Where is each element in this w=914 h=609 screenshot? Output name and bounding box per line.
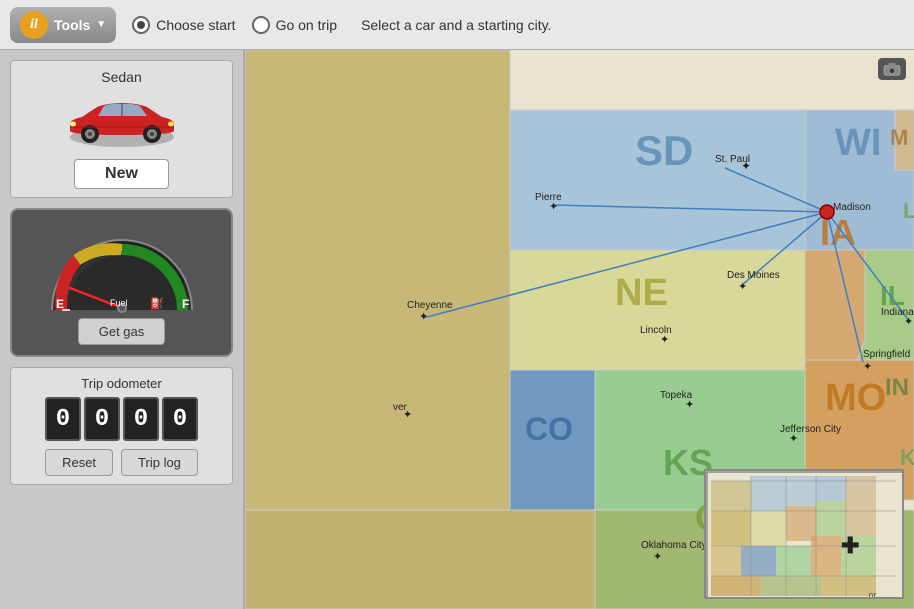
- mini-map[interactable]: ✚ ...or: [704, 469, 904, 599]
- svg-text:✦: ✦: [738, 281, 747, 293]
- svg-text:...or: ...or: [861, 590, 877, 599]
- odometer-digit-3: 0: [123, 397, 159, 441]
- svg-text:Madison: Madison: [833, 202, 871, 213]
- top-bar: il Tools ▼ Choose start Go on trip Selec…: [0, 0, 914, 50]
- odometer-buttons: Reset Trip log: [19, 449, 224, 476]
- odometer-digit-2: 0: [84, 397, 120, 441]
- car-image: [62, 91, 182, 151]
- svg-text:✦: ✦: [685, 399, 694, 411]
- odometer-title: Trip odometer: [19, 376, 224, 391]
- get-gas-button[interactable]: Get gas: [78, 318, 166, 345]
- app-logo: il: [20, 11, 48, 39]
- map-area[interactable]: SD WI NE IA IL IN MO KS CO OK M: [245, 50, 914, 609]
- new-car-button[interactable]: New: [74, 159, 169, 189]
- status-text: Select a car and a starting city.: [361, 17, 551, 33]
- odometer-section: Trip odometer 0 0 0 0 Reset Trip log: [10, 367, 233, 485]
- svg-text:Fuel: Fuel: [110, 298, 128, 308]
- svg-text:✦: ✦: [741, 159, 751, 173]
- svg-text:K: K: [900, 445, 914, 470]
- go-on-trip-label: Go on trip: [276, 17, 337, 33]
- tools-menu[interactable]: il Tools ▼: [10, 7, 116, 43]
- svg-text:F: F: [182, 297, 189, 311]
- svg-text:✦: ✦: [789, 433, 798, 445]
- svg-text:Des Moines: Des Moines: [727, 270, 780, 281]
- fuel-section: E F Fuel ⛽ Get gas: [10, 208, 233, 357]
- svg-text:✦: ✦: [419, 311, 428, 323]
- svg-text:M: M: [890, 125, 908, 150]
- choose-start-label: Choose start: [156, 17, 235, 33]
- main-content: Sedan: [0, 50, 914, 609]
- reset-button[interactable]: Reset: [45, 449, 113, 476]
- svg-text:IN: IN: [885, 374, 909, 401]
- svg-text:✦: ✦: [863, 361, 872, 373]
- svg-text:⛽: ⛽: [150, 297, 164, 310]
- svg-text:✦: ✦: [653, 551, 662, 563]
- camera-icon[interactable]: [878, 58, 906, 80]
- svg-text:L: L: [903, 198, 914, 223]
- svg-text:Cheyenne: Cheyenne: [407, 300, 453, 311]
- fuel-gauge: E F Fuel ⛽: [42, 220, 202, 310]
- svg-text:✦: ✦: [660, 334, 669, 346]
- svg-text:CO: CO: [525, 411, 573, 447]
- tools-dropdown-arrow: ▼: [96, 19, 106, 30]
- trip-log-button[interactable]: Trip log: [121, 449, 198, 476]
- svg-text:Springfield: Springfield: [863, 349, 910, 360]
- choose-start-radio[interactable]: [132, 16, 150, 34]
- svg-text:E: E: [56, 297, 64, 311]
- svg-text:Oklahoma City: Oklahoma City: [641, 540, 707, 551]
- svg-text:MO: MO: [825, 377, 886, 419]
- car-type-label: Sedan: [19, 69, 224, 85]
- svg-text:✦: ✦: [904, 316, 913, 328]
- svg-text:WI: WI: [835, 122, 881, 164]
- choose-start-option[interactable]: Choose start: [132, 16, 235, 34]
- svg-text:✦: ✦: [403, 409, 412, 421]
- left-panel: Sedan: [0, 50, 245, 609]
- go-on-trip-option[interactable]: Go on trip: [252, 16, 337, 34]
- tools-label: Tools: [54, 17, 90, 33]
- svg-text:✚: ✚: [841, 533, 859, 558]
- svg-text:SD: SD: [635, 127, 693, 174]
- svg-text:✦: ✦: [549, 201, 558, 213]
- svg-text:NE: NE: [615, 272, 668, 314]
- odometer-digit-1: 0: [45, 397, 81, 441]
- go-on-trip-radio[interactable]: [252, 16, 270, 34]
- odometer-digit-4: 0: [162, 397, 198, 441]
- car-section: Sedan: [10, 60, 233, 198]
- odometer-display: 0 0 0 0: [19, 397, 224, 441]
